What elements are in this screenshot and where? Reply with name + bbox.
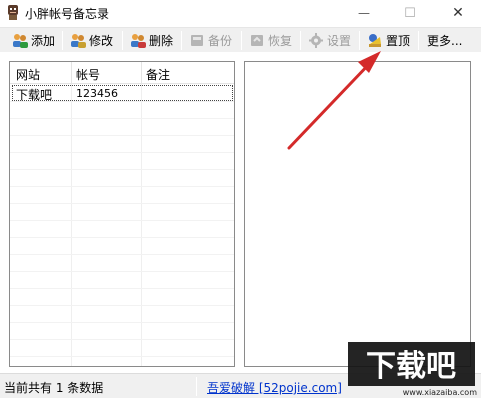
grid-line (141, 84, 142, 366)
detail-panel[interactable] (244, 61, 471, 367)
restore-button[interactable]: 恢复 (245, 30, 295, 51)
minimize-button[interactable]: — (341, 0, 387, 26)
grid-line (10, 271, 234, 272)
grid-line (10, 356, 234, 357)
record-count: 当前共有 1 条数据 (4, 381, 104, 395)
grid-line (10, 118, 234, 119)
toolbar-separator (359, 31, 360, 50)
watermark-url: www.xiazaiba.com (403, 388, 477, 397)
add-label: 添加 (31, 34, 56, 48)
maximize-button[interactable]: ☐ (387, 0, 433, 26)
close-icon: ✕ (452, 5, 464, 21)
edit-button[interactable]: 修改 (66, 30, 116, 51)
restore-label: 恢复 (268, 34, 293, 48)
forum-link[interactable]: 吾爱破解 [52pojie.com] (207, 379, 342, 396)
watermark-logo-text: 下载吧 (366, 349, 456, 384)
restore-icon (251, 35, 263, 46)
settings-label: 设置 (327, 34, 352, 48)
add-button[interactable]: 添加 (8, 30, 58, 51)
toolbar-separator (300, 31, 301, 50)
grid-line (10, 135, 234, 136)
toolbar: 添加 修改 删除 备份 恢复 设置 置顶 更多... (0, 27, 481, 52)
minimize-icon: — (358, 6, 370, 20)
cell-site: 下载吧 (16, 88, 53, 102)
backup-icon (191, 35, 203, 46)
column-header-note[interactable]: 备注 (146, 66, 170, 83)
grid-line (10, 322, 234, 323)
grid-line (10, 237, 234, 238)
delete-button[interactable]: 删除 (126, 30, 176, 51)
delete-user-icon (131, 34, 146, 48)
grid-line (10, 220, 234, 221)
grid-line (10, 169, 234, 170)
edit-user-icon (71, 34, 86, 48)
edit-label: 修改 (89, 34, 114, 48)
column-header-account[interactable]: 帐号 (76, 66, 100, 83)
toolbar-separator (181, 31, 182, 50)
grid-line (10, 203, 234, 204)
column-header-site[interactable]: 网站 (16, 66, 40, 83)
toolbar-separator (122, 31, 123, 50)
more-button[interactable]: 更多... (424, 30, 465, 51)
more-label: 更多... (427, 34, 463, 48)
list-header: 网站 帐号 备注 (10, 62, 234, 84)
cell-account: 123456 (76, 87, 118, 100)
maximize-icon: ☐ (404, 5, 416, 21)
backup-button[interactable]: 备份 (185, 30, 235, 51)
watermark-logo: 下载吧 www.xiazaiba.com (348, 342, 477, 397)
pin-top-label: 置顶 (386, 34, 411, 48)
add-user-icon (13, 34, 28, 48)
backup-label: 备份 (208, 34, 233, 48)
pin-top-icon (369, 34, 381, 47)
table-row[interactable]: 下载吧 123456 (12, 85, 233, 102)
pin-top-button[interactable]: 置顶 (363, 30, 413, 51)
grid-line (10, 254, 234, 255)
delete-label: 删除 (149, 34, 174, 48)
toolbar-separator (241, 31, 242, 50)
grid-line (71, 84, 72, 366)
grid-line (10, 305, 234, 306)
grid-line (10, 152, 234, 153)
toolbar-separator (418, 31, 419, 50)
settings-button[interactable]: 设置 (304, 30, 354, 51)
app-icon (8, 5, 18, 20)
column-divider[interactable] (141, 62, 142, 84)
grid-line (10, 288, 234, 289)
grid-line (10, 186, 234, 187)
grid-line (10, 339, 234, 340)
toolbar-separator (62, 31, 63, 50)
gear-icon (309, 33, 323, 48)
account-list[interactable]: 网站 帐号 备注 下载吧 123456 (9, 61, 235, 367)
column-divider[interactable] (71, 62, 72, 84)
close-button[interactable]: ✕ (435, 0, 481, 26)
title-bar: 小胖帐号备忘录 — ☐ ✕ (0, 0, 481, 26)
status-divider (196, 377, 197, 396)
window-title: 小胖帐号备忘录 (25, 7, 110, 21)
